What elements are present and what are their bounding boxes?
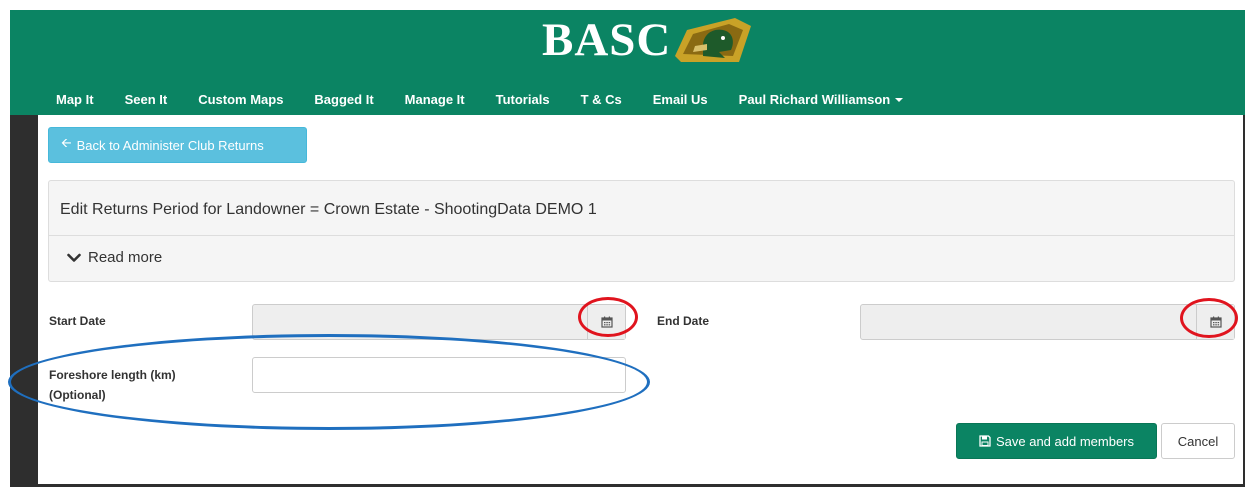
calendar-icon bbox=[1209, 316, 1222, 328]
user-menu[interactable]: Paul Richard Williamson bbox=[739, 92, 904, 107]
nav-item-custom-maps[interactable]: Custom Maps bbox=[198, 92, 283, 107]
end-date-input[interactable] bbox=[860, 304, 1235, 340]
caret-down-icon bbox=[895, 97, 904, 102]
start-date-label: Start Date bbox=[49, 314, 106, 328]
floppy-disk-icon bbox=[979, 435, 991, 447]
nav-item-seen-it[interactable]: Seen It bbox=[125, 92, 168, 107]
save-and-add-members-button[interactable]: Save and add members bbox=[956, 423, 1157, 459]
main-nav: Map It Seen It Custom Maps Bagged It Man… bbox=[56, 80, 934, 118]
duck-head-icon bbox=[675, 18, 752, 62]
site-header: BASC Map It Seen It Custom Maps Bagged I… bbox=[10, 10, 1245, 115]
brand-logo-link[interactable]: BASC bbox=[542, 12, 753, 68]
save-button-label: Save and add members bbox=[995, 433, 1135, 449]
arrow-left-icon: 🡨 bbox=[61, 135, 72, 150]
foreshore-label-main: Foreshore length (km) bbox=[49, 368, 176, 382]
chevron-down-icon bbox=[67, 253, 81, 262]
read-more-toggle[interactable]: Read more bbox=[67, 249, 162, 266]
nav-item-tutorials[interactable]: Tutorials bbox=[496, 92, 550, 107]
nav-item-bagged-it[interactable]: Bagged It bbox=[314, 92, 373, 107]
brand-name: BASC bbox=[542, 13, 672, 66]
user-menu-label: Paul Richard Williamson bbox=[738, 91, 891, 107]
back-to-club-returns-button[interactable]: 🡨 Back to Administer Club Returns bbox=[48, 127, 307, 163]
window-frame-left bbox=[10, 115, 38, 487]
start-date-calendar-button[interactable] bbox=[587, 305, 625, 339]
nav-item-terms[interactable]: T & Cs bbox=[581, 92, 622, 107]
window-frame-right bbox=[1243, 115, 1245, 487]
calendar-icon bbox=[600, 316, 613, 328]
cancel-button[interactable]: Cancel bbox=[1161, 423, 1235, 459]
panel-divider bbox=[49, 235, 1234, 236]
foreshore-length-label: Foreshore length (km) (Optional) bbox=[49, 365, 176, 405]
start-date-input[interactable] bbox=[252, 304, 626, 340]
foreshore-label-optional: (Optional) bbox=[49, 388, 106, 402]
end-date-label: End Date bbox=[657, 314, 710, 328]
nav-item-manage-it[interactable]: Manage It bbox=[405, 92, 465, 107]
foreshore-length-input[interactable] bbox=[252, 357, 626, 393]
panel-title: Edit Returns Period for Landowner = Crow… bbox=[60, 201, 597, 218]
nav-item-email-us[interactable]: Email Us bbox=[653, 92, 708, 107]
back-button-label: Back to Administer Club Returns bbox=[76, 137, 264, 153]
end-date-calendar-button[interactable] bbox=[1196, 305, 1234, 339]
nav-item-map-it[interactable]: Map It bbox=[56, 92, 94, 107]
returns-period-panel: Edit Returns Period for Landowner = Crow… bbox=[48, 180, 1235, 282]
read-more-label: Read more bbox=[88, 249, 163, 266]
